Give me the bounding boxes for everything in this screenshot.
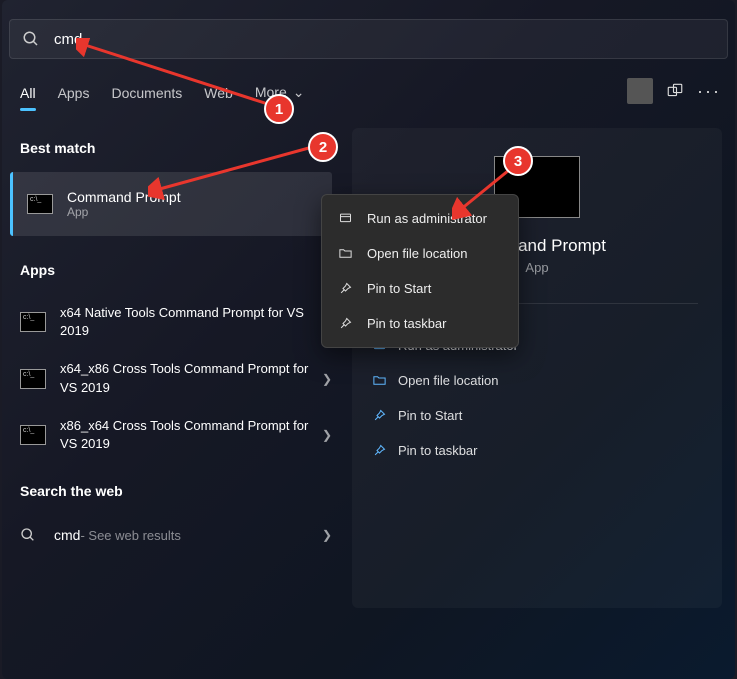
action-label: Pin to taskbar	[398, 443, 478, 458]
ctx-pin-taskbar[interactable]: Pin to taskbar	[322, 306, 518, 341]
chevron-down-icon: ⌄	[293, 84, 305, 100]
ctx-label: Pin to Start	[367, 281, 431, 296]
annotation-badge-1: 1	[264, 94, 294, 124]
search-icon	[20, 527, 36, 543]
shield-icon	[338, 211, 353, 226]
pin-icon	[380, 443, 398, 458]
best-match-subtitle: App	[67, 205, 181, 219]
best-match-item[interactable]: Command Prompt App	[10, 172, 332, 236]
action-label: Pin to Start	[398, 408, 462, 423]
cmd-icon	[20, 369, 46, 389]
annotation-badge-3: 3	[503, 146, 533, 176]
app-result-1[interactable]: x64_x86 Cross Tools Command Prompt for V…	[20, 350, 332, 406]
ctx-label: Run as administrator	[367, 211, 487, 226]
web-result-suffix: - See web results	[80, 528, 180, 543]
web-result[interactable]: cmd - See web results ❯	[20, 515, 332, 555]
chevron-right-icon: ❯	[322, 428, 332, 442]
cmd-icon	[27, 194, 53, 214]
search-input[interactable]	[54, 31, 715, 48]
start-menu-search: All Apps Documents Web More⌄ ··· Best ma…	[2, 0, 735, 679]
section-best-match: Best match	[20, 140, 332, 156]
app-result-0[interactable]: x64 Native Tools Command Prompt for VS 2…	[20, 294, 332, 350]
section-search-web: Search the web	[20, 483, 332, 499]
chevron-right-icon: ❯	[322, 528, 332, 542]
app-result-label: x64 Native Tools Command Prompt for VS 2…	[60, 304, 322, 340]
user-avatar[interactable]	[627, 78, 653, 104]
tab-all[interactable]: All	[20, 85, 36, 109]
ctx-run-admin[interactable]: Run as administrator	[322, 201, 518, 236]
action-pin-taskbar[interactable]: Pin to taskbar	[380, 433, 694, 468]
best-match-title: Command Prompt	[67, 189, 181, 205]
tab-web[interactable]: Web	[204, 85, 233, 109]
tab-documents[interactable]: Documents	[111, 85, 182, 109]
section-apps: Apps	[20, 262, 332, 278]
app-result-label: x64_x86 Cross Tools Command Prompt for V…	[60, 360, 322, 396]
screen-snip-icon[interactable]	[665, 81, 685, 101]
ctx-open-location[interactable]: Open file location	[322, 236, 518, 271]
web-result-query: cmd	[54, 527, 80, 543]
ctx-label: Open file location	[367, 246, 467, 261]
app-result-2[interactable]: x86_x64 Cross Tools Command Prompt for V…	[20, 407, 332, 463]
more-options-icon[interactable]: ···	[697, 81, 721, 102]
pin-icon	[338, 281, 353, 296]
pin-icon	[380, 408, 398, 423]
annotation-badge-2: 2	[308, 132, 338, 162]
chevron-right-icon: ❯	[322, 372, 332, 386]
ctx-pin-start[interactable]: Pin to Start	[322, 271, 518, 306]
pin-icon	[338, 316, 353, 331]
cmd-icon	[20, 425, 46, 445]
action-open-location[interactable]: Open file location	[380, 363, 694, 398]
results-column: Best match Command Prompt App Apps x64 N…	[20, 140, 332, 555]
folder-icon	[338, 246, 353, 261]
app-result-label: x86_x64 Cross Tools Command Prompt for V…	[60, 417, 322, 453]
top-right-controls: ···	[627, 78, 721, 104]
action-pin-start[interactable]: Pin to Start	[380, 398, 694, 433]
tab-apps[interactable]: Apps	[58, 85, 90, 109]
cmd-icon	[20, 312, 46, 332]
search-bar[interactable]	[9, 19, 728, 59]
folder-icon	[380, 373, 398, 388]
ctx-label: Pin to taskbar	[367, 316, 447, 331]
action-label: Open file location	[398, 373, 498, 388]
search-icon	[22, 30, 40, 48]
context-menu: Run as administrator Open file location …	[321, 194, 519, 348]
filter-tabs: All Apps Documents Web More⌄	[20, 84, 717, 109]
